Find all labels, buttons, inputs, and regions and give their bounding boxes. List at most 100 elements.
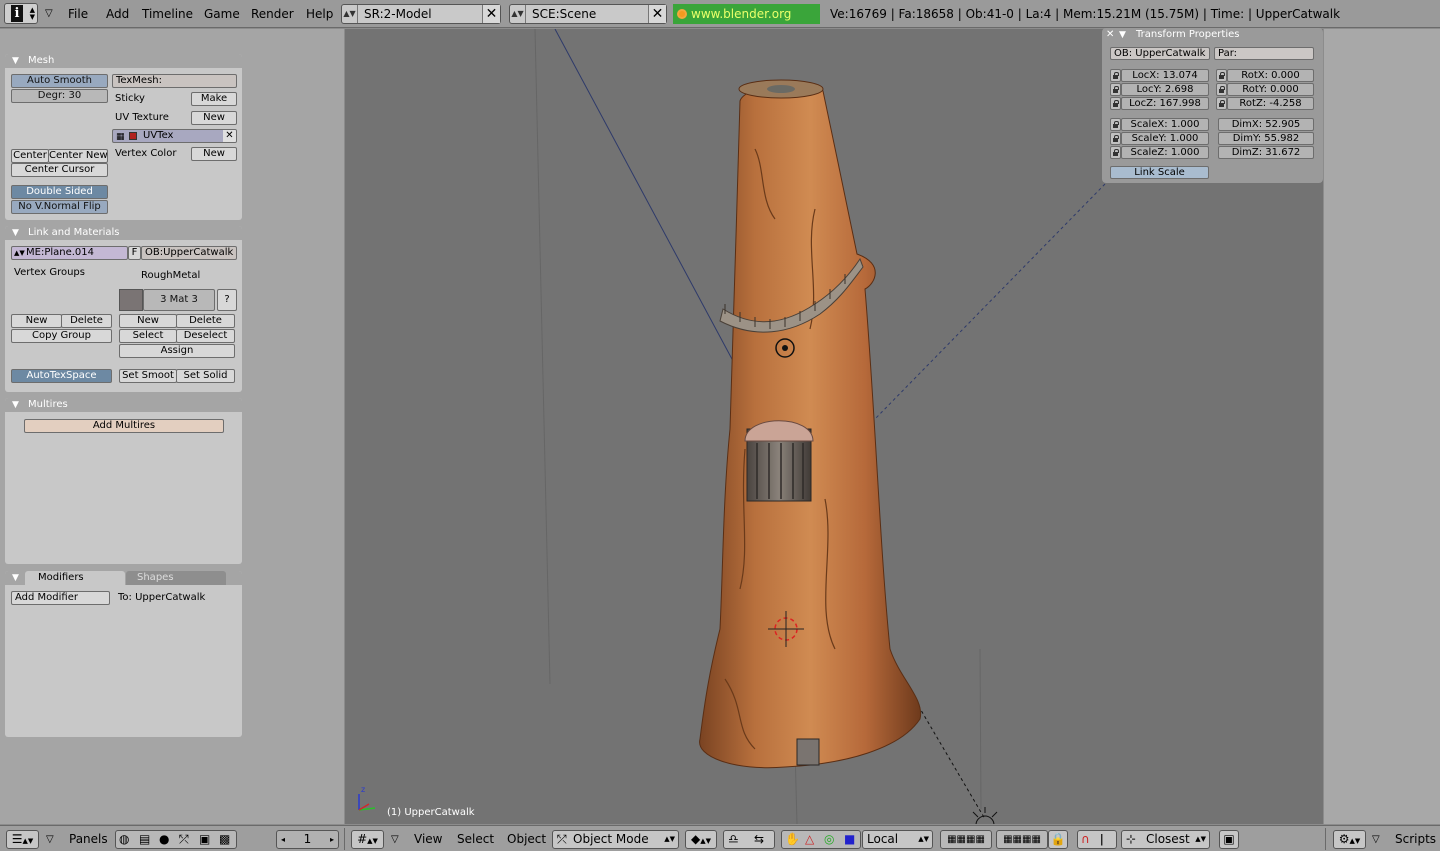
render-preview-button[interactable]: ▣ [1219,830,1239,849]
panels-menu[interactable]: Panels [69,830,108,849]
object-name-field[interactable]: OB:UpperCatwalk [141,246,237,260]
material-deselect-button[interactable]: Deselect [176,329,235,343]
dimz-field[interactable]: DimZ: 31.672 [1218,146,1314,159]
active-render-icon[interactable] [129,132,137,140]
left-arrow-icon[interactable]: ◂ [281,831,285,848]
center-button[interactable]: Center [11,149,49,163]
hand-icon[interactable]: ✋ [785,831,800,848]
rotx-field[interactable]: RotX: 0.000 [1227,69,1314,82]
locz-field[interactable]: LocZ: 167.998 [1121,97,1209,110]
degr-number-field[interactable]: Degr: 30 [11,89,108,103]
lock-icon[interactable] [1110,69,1121,82]
lock-icon[interactable] [1110,146,1121,159]
blender-website-link[interactable]: www.blender.org 249.2 [673,4,820,41]
transform-properties-header[interactable]: ✕ ▼ Transform Properties [1102,28,1323,42]
draw-type-selector[interactable]: ◆▲▼ [685,830,717,849]
orientation-selector[interactable]: Local ▲▼ [862,830,933,849]
add-multires-button[interactable]: Add Multires [24,419,224,433]
magnet-icon[interactable]: ∩ [1081,831,1090,848]
collapse-menu-icon[interactable]: ▽ [45,4,53,24]
menu-timeline[interactable]: Timeline [142,4,193,24]
menu-add[interactable]: Add [106,4,129,24]
layer-buttons-b[interactable]: ▦▦▦▦ [996,830,1048,849]
collapse-triangle-icon[interactable]: ▼ [12,571,19,585]
collapse-triangle-icon[interactable]: ▼ [1119,28,1126,42]
scaley-field[interactable]: ScaleY: 1.000 [1121,132,1209,145]
fake-user-button[interactable]: F [128,246,141,260]
sticky-make-button[interactable]: Make [191,92,237,106]
locx-field[interactable]: LocX: 13.074 [1121,69,1209,82]
vgroup-delete-button[interactable]: Delete [61,314,112,328]
snap-mode-selector[interactable]: ⊹ Closest ▲▼ [1121,830,1210,849]
mesh-panel-header[interactable]: ▼ Mesh [5,54,242,68]
right-arrow-icon[interactable]: ▸ [330,831,334,848]
lock-icon[interactable] [1216,97,1227,110]
tree-tower-mesh[interactable] [699,83,922,769]
scalex-field[interactable]: ScaleX: 1.000 [1121,118,1209,131]
material-new-button[interactable]: New [119,314,177,328]
screen-selector[interactable]: ▲▼ SR:2-Model ✕ [341,4,501,24]
scene-selector[interactable]: ▲▼ SCE:Scene ✕ [509,4,667,24]
dimx-field[interactable]: DimX: 52.905 [1218,118,1314,131]
editor-type-button[interactable]: ☰▲▼ [6,830,39,849]
material-delete-button[interactable]: Delete [176,314,235,328]
translate-icon[interactable]: △ [805,831,814,848]
copy-group-button[interactable]: Copy Group [11,329,112,343]
add-modifier-button[interactable]: Add Modifier [11,591,110,605]
lamp-icon[interactable] [972,807,998,824]
script-icon[interactable]: ▤ [139,831,150,848]
menu-game[interactable]: Game [204,4,240,24]
lock-icon[interactable] [1110,97,1121,110]
multires-header[interactable]: ▼ Multires [5,398,242,412]
dimy-field[interactable]: DimY: 55.982 [1218,132,1314,145]
logic-icon[interactable]: ◍ [119,831,129,848]
center-cursor-button[interactable]: Center Cursor [11,163,108,177]
uv-texture-new-button[interactable]: New [191,111,237,125]
no-vnormal-flip-toggle[interactable]: No V.Normal Flip [11,200,108,214]
menu-render[interactable]: Render [251,4,294,24]
rotate-icon[interactable]: ◎ [824,831,834,848]
set-solid-button[interactable]: Set Solid [176,369,235,383]
lock-icon[interactable] [1110,83,1121,96]
close-icon[interactable]: ✕ [482,5,500,23]
material-assign-button[interactable]: Assign [119,344,235,358]
close-icon[interactable]: ✕ [1106,28,1114,42]
close-icon[interactable]: ✕ [648,5,666,23]
link-scale-toggle[interactable]: Link Scale [1110,166,1209,179]
double-sided-toggle[interactable]: Double Sided [11,185,108,199]
mode-selector[interactable]: ⤱ Object Mode ▲▼ [552,830,679,849]
material-color-swatch[interactable] [119,289,143,311]
auto-smooth-toggle[interactable]: Auto Smooth [11,74,108,88]
frame-number-field[interactable]: ◂ 1 ▸ [276,830,339,849]
lock-layers-button[interactable]: 🔒 [1048,830,1068,849]
menu-help[interactable]: Help [306,4,333,24]
object-icon[interactable]: ⤱ [179,831,189,848]
proportional-icon[interactable]: ǀ [1100,831,1104,848]
menu-file[interactable]: File [68,4,88,24]
vertex-color-new-button[interactable]: New [191,147,237,161]
link-materials-header[interactable]: ▼ Link and Materials [5,226,242,240]
editor-type-button[interactable]: i ▲ ▼ [4,3,38,24]
base-door[interactable] [796,738,820,766]
material-index-field[interactable]: 3 Mat 3 [143,289,215,311]
mesh-datablock-field[interactable]: ▲▼ ME:Plane.014 [11,246,128,260]
collapse-menu-icon[interactable]: ▽ [391,830,399,849]
lock-icon[interactable] [1110,118,1121,131]
scalez-field[interactable]: ScaleZ: 1.000 [1121,146,1209,159]
parent-field[interactable]: Par: [1214,47,1314,60]
vgroup-new-button[interactable]: New [11,314,62,328]
set-smooth-button[interactable]: Set Smoot [119,369,177,383]
editor-type-button[interactable]: ⚙▲▼ [1333,830,1366,849]
layer-buttons-a[interactable]: ▦▦▦▦ [940,830,992,849]
editing-icon[interactable]: ▣ [199,831,210,848]
collapse-menu-icon[interactable]: ▽ [1372,830,1380,849]
material-help-button[interactable]: ? [217,289,237,311]
object-name-field[interactable]: OB: UpperCatwalk [1110,47,1210,60]
lock-icon[interactable] [1110,132,1121,145]
collapse-menu-icon[interactable]: ▽ [46,830,54,849]
lock-icon[interactable] [1216,69,1227,82]
lock-icon[interactable] [1216,83,1227,96]
shading-icon[interactable]: ● [159,831,169,848]
scripts-menu[interactable]: Scripts [1395,830,1436,849]
scene-icon[interactable]: ▩ [219,831,230,848]
